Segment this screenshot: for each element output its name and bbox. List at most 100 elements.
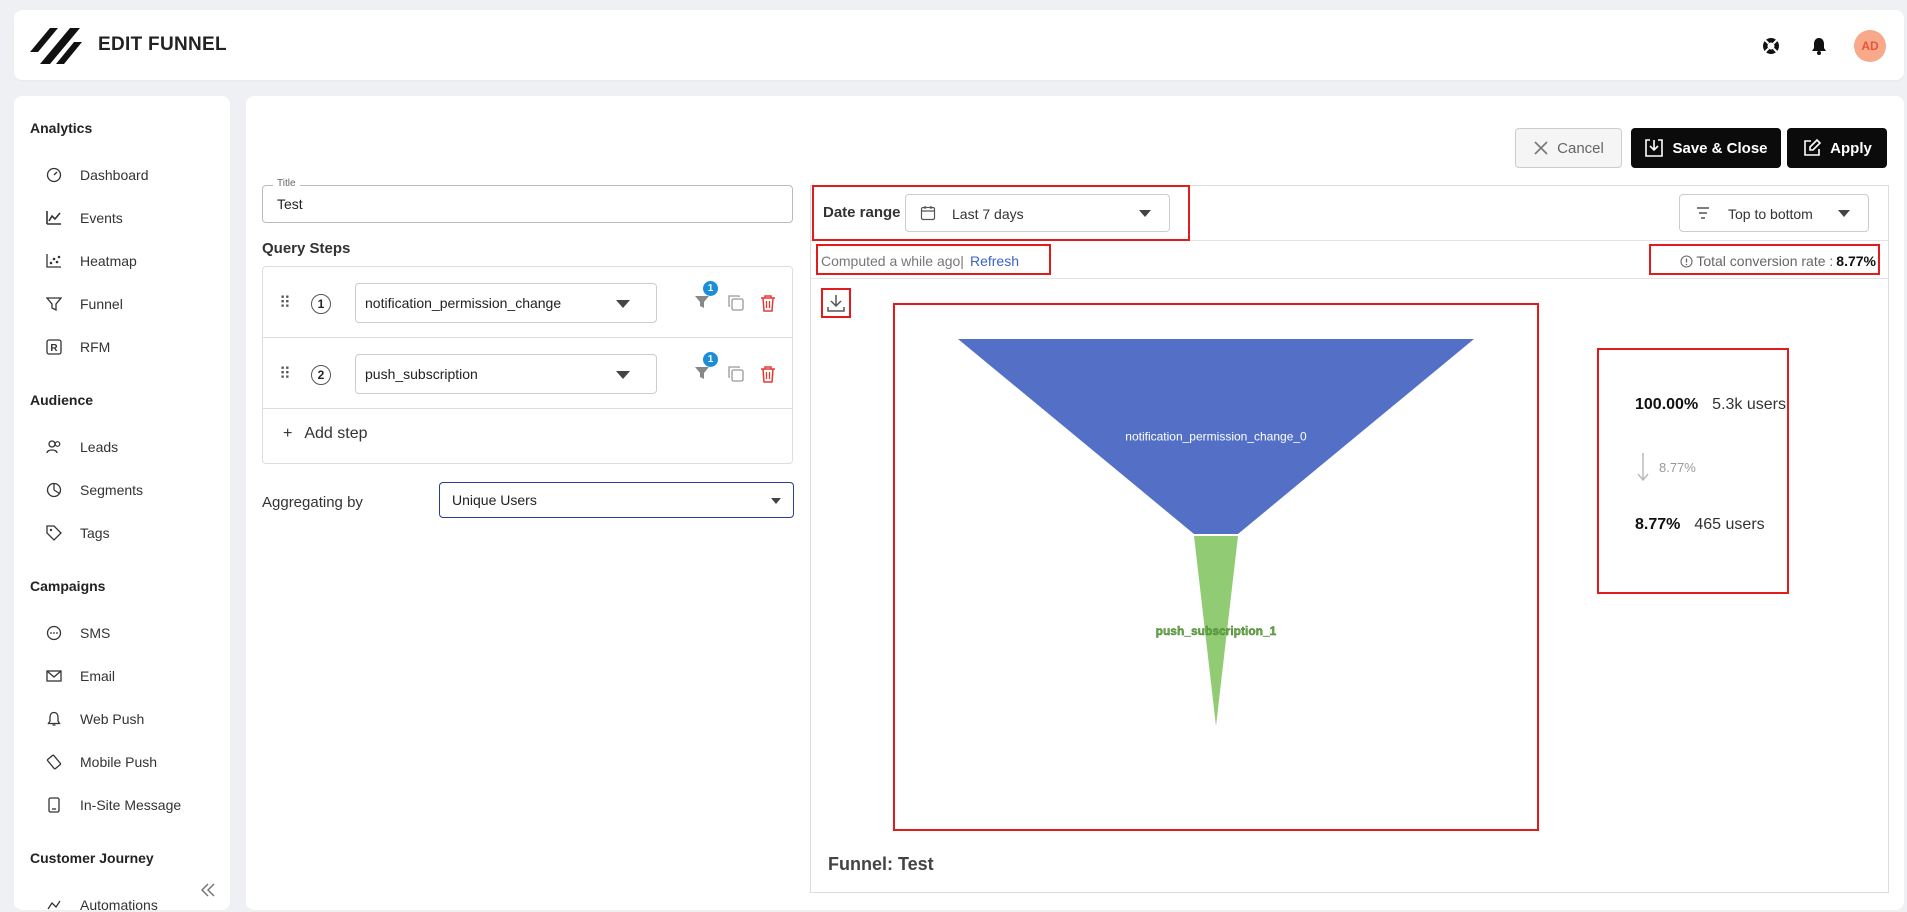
drag-handle-icon[interactable]: ⠿ bbox=[279, 293, 291, 313]
save-close-label: Save & Close bbox=[1672, 139, 1768, 157]
refresh-link[interactable]: Refresh bbox=[970, 253, 1019, 269]
sidebar-item-rfm[interactable]: R RFM bbox=[14, 325, 230, 368]
aggregating-value: Unique Users bbox=[452, 492, 537, 508]
close-icon bbox=[1534, 141, 1548, 155]
query-steps-list: ⠿ 1 notification_permission_change 1 ⠿ 2… bbox=[262, 266, 793, 464]
query-step-row: ⠿ 2 push_subscription 1 bbox=[263, 338, 792, 409]
save-close-button[interactable]: Save & Close bbox=[1631, 128, 1781, 168]
help-lifebuoy-icon[interactable] bbox=[1758, 33, 1784, 59]
sidebar-item-segments[interactable]: Segments bbox=[14, 468, 230, 511]
cancel-label: Cancel bbox=[1557, 139, 1604, 157]
funnel-icon bbox=[46, 296, 62, 311]
sidebar-item-label: RFM bbox=[80, 338, 111, 355]
date-range-select[interactable]: Last 7 days bbox=[905, 194, 1170, 232]
step-conversion-value: 8.77% bbox=[1659, 459, 1696, 475]
computed-status: Computed a while ago| Refresh bbox=[821, 253, 1019, 269]
sidebar-item-label: Web Push bbox=[80, 710, 145, 727]
step-conversion-row: 8.77% bbox=[1637, 452, 1696, 482]
notification-bell-icon[interactable] bbox=[1806, 33, 1832, 59]
svg-text:R: R bbox=[50, 343, 58, 354]
step-filter-button[interactable]: 1 bbox=[693, 352, 718, 384]
drag-handle-icon[interactable]: ⠿ bbox=[279, 364, 291, 384]
add-step-label: Add step bbox=[304, 425, 368, 442]
step-filter-button[interactable]: 1 bbox=[693, 281, 718, 313]
funnel-chart: notification_permission_change_0 push_sub… bbox=[958, 339, 1474, 726]
download-icon[interactable] bbox=[825, 292, 847, 314]
computed-text: Computed a while ago| bbox=[821, 253, 964, 269]
chevron-down-icon bbox=[771, 498, 781, 504]
main-content: Cancel Save & Close Apply Title Test Que… bbox=[246, 96, 1904, 910]
cancel-button[interactable]: Cancel bbox=[1515, 128, 1622, 168]
funnel-panel: Date range Last 7 days Top to bottom Com… bbox=[810, 185, 1889, 893]
collapse-sidebar-icon[interactable] bbox=[198, 880, 218, 900]
filter-count-badge: 1 bbox=[703, 281, 718, 296]
add-step-button[interactable]: + Add step bbox=[283, 425, 368, 443]
sidebar-item-heatmap[interactable]: Heatmap bbox=[14, 239, 230, 282]
line-chart-icon bbox=[46, 210, 61, 225]
users-icon bbox=[46, 439, 61, 453]
step-event-value: notification_permission_change bbox=[365, 295, 562, 311]
info-circle-icon[interactable] bbox=[1680, 254, 1693, 268]
apply-button[interactable]: Apply bbox=[1787, 128, 1887, 168]
query-steps-heading: Query Steps bbox=[262, 240, 351, 257]
sidebar-section-audience: Audience bbox=[30, 392, 94, 408]
duplicate-icon[interactable] bbox=[727, 294, 745, 312]
mobile-vibrate-icon bbox=[46, 754, 62, 769]
bell-outline-icon bbox=[47, 711, 61, 726]
sidebar-item-label: Segments bbox=[80, 481, 144, 498]
automation-icon bbox=[47, 900, 61, 909]
step-event-select[interactable]: notification_permission_change bbox=[355, 283, 657, 323]
sidebar-item-events[interactable]: Events bbox=[14, 196, 230, 239]
sidebar-item-label: Leads bbox=[80, 438, 119, 455]
edit-icon bbox=[1804, 138, 1822, 156]
delete-trash-icon[interactable] bbox=[759, 365, 777, 383]
sidebar-item-leads[interactable]: Leads bbox=[14, 425, 230, 468]
aggregating-label: Aggregating by bbox=[262, 494, 363, 511]
sidebar-item-mobile-push[interactable]: Mobile Push bbox=[14, 740, 230, 783]
apply-label: Apply bbox=[1830, 139, 1872, 157]
page-title: EDIT FUNNEL bbox=[98, 34, 227, 55]
tablet-icon bbox=[48, 796, 60, 813]
order-select[interactable]: Top to bottom bbox=[1679, 194, 1869, 232]
sidebar-section-customer-journey: Customer Journey bbox=[30, 850, 154, 866]
mail-icon bbox=[46, 669, 62, 682]
sidebar-item-label: Dashboard bbox=[80, 166, 149, 183]
sidebar-item-label: Email bbox=[80, 667, 116, 684]
stat-percent: 100.00% bbox=[1635, 396, 1699, 413]
sidebar-item-dashboard[interactable]: Dashboard bbox=[14, 153, 230, 196]
duplicate-icon[interactable] bbox=[727, 365, 745, 383]
sidebar-item-label: Events bbox=[80, 209, 123, 226]
title-field[interactable]: Title Test bbox=[262, 178, 793, 223]
sidebar-item-in-site-message[interactable]: In-Site Message bbox=[14, 783, 230, 826]
sidebar-item-email[interactable]: Email bbox=[14, 654, 230, 697]
user-avatar[interactable]: AD bbox=[1854, 30, 1886, 62]
pie-chart-icon bbox=[46, 482, 62, 497]
app-logo[interactable] bbox=[30, 24, 82, 68]
chat-bubble-icon bbox=[46, 625, 62, 640]
sidebar-section-analytics: Analytics bbox=[30, 120, 93, 136]
stat-row-step-2: 8.77% 465 users bbox=[1635, 516, 1765, 534]
title-field-value: Test bbox=[277, 196, 303, 212]
sidebar-item-label: SMS bbox=[80, 624, 111, 641]
sidebar-item-funnel[interactable]: Funnel bbox=[14, 282, 230, 325]
chevron-down-icon bbox=[1838, 210, 1850, 217]
top-bar: EDIT FUNNEL AD bbox=[14, 10, 1904, 80]
sidebar-item-web-push[interactable]: Web Push bbox=[14, 697, 230, 740]
delete-trash-icon[interactable] bbox=[759, 294, 777, 312]
aggregating-select[interactable]: Unique Users bbox=[439, 482, 794, 518]
query-step-row: ⠿ 1 notification_permission_change 1 bbox=[263, 267, 792, 338]
calendar-icon bbox=[920, 206, 936, 221]
title-field-label: Title bbox=[273, 178, 300, 189]
stat-users: 5.3k users bbox=[1712, 396, 1786, 413]
step-number: 2 bbox=[311, 365, 331, 385]
panel-status-row: Computed a while ago| Refresh Total conve… bbox=[811, 241, 1888, 279]
chevron-down-icon bbox=[616, 300, 630, 308]
plus-icon: + bbox=[283, 425, 293, 442]
step-event-select[interactable]: push_subscription bbox=[355, 354, 657, 394]
chevron-down-icon bbox=[1139, 210, 1151, 217]
sidebar-item-sms[interactable]: SMS bbox=[14, 611, 230, 654]
sidebar-item-tags[interactable]: Tags bbox=[14, 511, 230, 554]
sidebar: Analytics Dashboard Events Heatmap Funne… bbox=[14, 96, 230, 910]
rfm-r-icon: R bbox=[46, 338, 62, 355]
sidebar-item-label: Heatmap bbox=[80, 252, 137, 269]
